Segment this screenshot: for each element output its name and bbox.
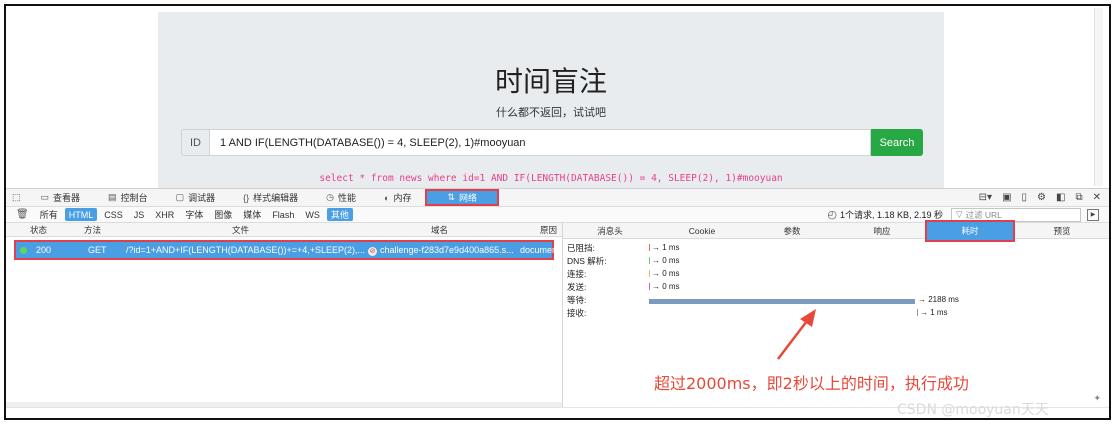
jumbotron: 时间盲注 什么都不返回，试试吧 ID 1 AND IF(LENGTH(DATAB…	[158, 12, 944, 188]
timing-bar-dns	[649, 257, 650, 264]
row-method: GET	[88, 245, 107, 255]
timing-label-wait: 等待:	[567, 295, 587, 305]
timing-bar-send	[649, 283, 650, 290]
timing-bar-receive	[917, 309, 918, 316]
tab-debugger[interactable]: ▢ 调试器	[162, 189, 230, 206]
status-dot	[20, 247, 27, 254]
tab-timings[interactable]: 耗时	[925, 220, 1015, 242]
timing-label-send: 发送:	[567, 282, 587, 292]
timing-value-blocked: → 1 ms	[652, 243, 680, 252]
style-editor-icon: {}	[243, 192, 250, 203]
search-form: ID 1 AND IF(LENGTH(DATABASE()) = 4, SLEE…	[181, 129, 923, 156]
filter-url-placeholder: 过滤 URL	[965, 209, 1002, 220]
filter-all[interactable]: 所有	[36, 208, 62, 221]
devtools-panel: ⬚ ▭ 查看器 ▤ 控制台 ▢ 调试器 {} 样式编辑器 ◷ 性能 ◐ 内存 ⇅ 网络 ⊟▾ …	[6, 188, 1109, 418]
timing-value-wait: → 2188 ms	[918, 295, 959, 304]
split-console-icon[interactable]: ▣	[1002, 192, 1011, 203]
tab-response[interactable]: 响应	[837, 223, 927, 238]
id-label: ID	[181, 129, 210, 156]
timing-label-connect: 连接:	[567, 269, 587, 279]
element-picker-icon[interactable]: ⬚	[6, 189, 27, 206]
performance-icon: ◷	[326, 192, 334, 202]
filter-fonts[interactable]: 字体	[181, 208, 207, 221]
tab-network[interactable]: ⇅ 网络	[425, 189, 500, 206]
row-domain: challenge-f283d7e9d400a865.s...	[380, 245, 514, 255]
filter-other[interactable]: 其他	[326, 208, 353, 221]
watermark: CSDN @mooyuan天天	[897, 402, 1049, 418]
insecure-lock-icon: ⊘	[368, 247, 377, 256]
settings-icon[interactable]: ⚙	[1037, 192, 1046, 203]
filter-images[interactable]: 图像	[210, 208, 236, 221]
timing-value-send: → 0 ms	[652, 282, 680, 291]
filter-js[interactable]: JS	[130, 208, 149, 221]
row-status: 200	[36, 245, 52, 255]
tab-params[interactable]: 参数	[747, 223, 837, 238]
timing-value-connect: → 0 ms	[652, 269, 680, 278]
search-button[interactable]: Search	[871, 129, 923, 156]
dock-menu-icon[interactable]: ⊟▾	[979, 192, 992, 203]
table-row[interactable]: 200 GET /?id=1+AND+IF(LENGTH(DATABASE())…	[14, 240, 554, 260]
close-icon[interactable]: ✕	[1093, 192, 1101, 203]
row-cause: document	[520, 245, 554, 255]
timing-value-dns: → 0 ms	[652, 256, 680, 265]
filter-html[interactable]: HTML	[64, 208, 98, 221]
pin-icon[interactable]: ✦	[1093, 393, 1101, 403]
filter-flash[interactable]: Flash	[268, 208, 298, 221]
filter-media[interactable]: 媒体	[239, 208, 265, 221]
tab-performance[interactable]: ◷ 性能	[312, 189, 370, 206]
filter-ws[interactable]: WS	[301, 208, 324, 221]
timing-label-receive: 接收:	[567, 308, 587, 318]
details-tabs: 消息头 Cookie 参数 响应 耗时 预览	[563, 220, 1109, 242]
debugger-icon: ▢	[175, 192, 185, 202]
id-input[interactable]: 1 AND IF(LENGTH(DATABASE()) = 4, SLEEP(2…	[210, 129, 871, 156]
tab-headers[interactable]: 消息头	[563, 223, 657, 238]
responsive-mode-icon[interactable]: ▯	[1022, 192, 1028, 203]
col-cause[interactable]: 原因	[540, 224, 557, 236]
timing-bar-connect	[649, 270, 650, 277]
trash-icon[interactable]: 🗑	[16, 209, 29, 220]
annotation-arrow	[777, 309, 816, 360]
toggle-panel-icon[interactable]: ▶	[1087, 208, 1099, 221]
panel-splitter[interactable]	[562, 223, 563, 407]
sql-query-text: select * from news where id=1 AND IF(LEN…	[319, 173, 783, 184]
tab-memory[interactable]: ◐ 内存	[370, 189, 425, 206]
tab-style-editor[interactable]: {} 样式编辑器	[229, 189, 312, 206]
tab-cookies[interactable]: Cookie	[657, 223, 747, 238]
filter-css[interactable]: CSS	[100, 208, 127, 221]
col-domain[interactable]: 域名	[431, 224, 448, 236]
undock-icon[interactable]: ⧉	[1075, 192, 1082, 203]
page-scrollbar[interactable]	[1094, 8, 1103, 186]
network-icon: ⇅	[447, 192, 456, 202]
row-domain-cell: ⊘ challenge-f283d7e9d400a865.s...	[368, 245, 518, 256]
screenshot-frame: 时间盲注 什么都不返回，试试吧 ID 1 AND IF(LENGTH(DATAB…	[4, 4, 1111, 420]
timing-bar-blocked	[649, 244, 650, 251]
tab-console[interactable]: ▤ 控制台	[94, 189, 162, 206]
memory-icon: ◐	[384, 192, 390, 203]
web-page: 时间盲注 什么都不返回，试试吧 ID 1 AND IF(LENGTH(DATAB…	[6, 6, 1109, 188]
devtools-toolbar: ⬚ ▭ 查看器 ▤ 控制台 ▢ 调试器 {} 样式编辑器 ◷ 性能 ◐ 内存 ⇅ 网络 ⊟▾ …	[6, 189, 1109, 207]
col-file[interactable]: 文件	[232, 224, 249, 236]
row-file: /?id=1+AND+IF(LENGTH(DATABASE())+=+4,+SL…	[126, 245, 366, 255]
page-subtitle: 什么都不返回，试试吧	[496, 106, 606, 119]
col-method[interactable]: 方法	[84, 224, 101, 236]
filter-xhr[interactable]: XHR	[151, 208, 178, 221]
col-status[interactable]: 状态	[30, 224, 47, 236]
filter-icon: ▽	[956, 209, 963, 219]
devtools-toolbar-right: ⊟▾ ▣ ▯ ⚙ ◧ ⧉ ✕	[979, 192, 1109, 203]
console-icon: ▤	[108, 192, 117, 202]
timing-label-dns: DNS 解析:	[567, 256, 607, 266]
corner-icons: ✦	[1093, 393, 1101, 404]
page-title: 时间盲注	[494, 65, 607, 98]
dock-side-icon[interactable]: ◧	[1056, 192, 1065, 203]
timing-bar-wait	[649, 299, 915, 304]
annotation-text: 超过2000ms，即2秒以上的时间，执行成功	[654, 374, 969, 393]
stopwatch-icon: ◴	[827, 209, 837, 221]
inspector-icon: ▭	[40, 192, 50, 202]
tab-preview[interactable]: 预览	[1015, 223, 1109, 238]
request-table-header: 状态 方法 文件 域名 原因	[6, 223, 562, 237]
timing-label-blocked: 已阻挡:	[567, 243, 595, 253]
tab-inspector[interactable]: ▭ 查看器	[27, 189, 95, 206]
timing-value-receive: → 1 ms	[920, 308, 948, 317]
